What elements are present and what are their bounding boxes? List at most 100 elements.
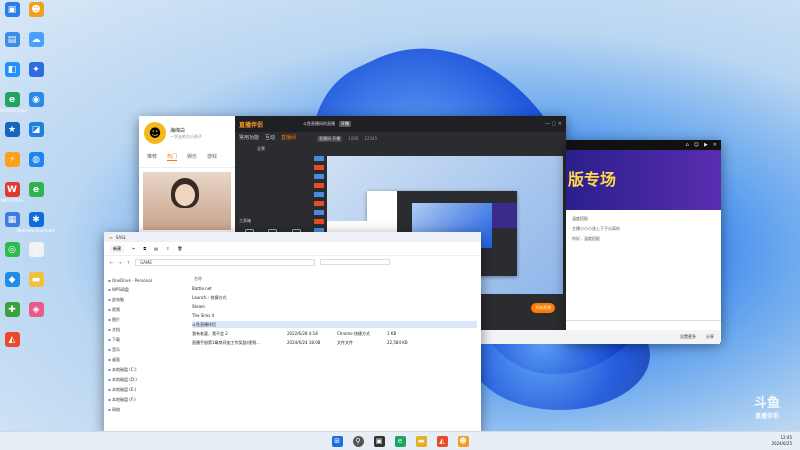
watermark: 斗鱼 直播伴侣 (742, 392, 792, 420)
sidebar-item[interactable]: ▪ 文档 (108, 327, 188, 333)
desktop-icon[interactable]: ☻ (26, 2, 46, 18)
desktop-icon[interactable]: ⚡ (2, 152, 22, 168)
desktop-icon[interactable]: W WPS Office (1, 182, 23, 203)
desktop-icon[interactable]: ◭ (2, 332, 22, 348)
desktop-icon[interactable]: ▬ (26, 272, 46, 288)
table-row[interactable]: Battle.net (192, 285, 477, 292)
table-row[interactable]: Steam (192, 303, 477, 310)
sidebar-item[interactable]: ▪ WPS网盘 (108, 287, 188, 293)
plus-icon: ✚ (4, 302, 20, 317)
file-list: 名称 Battle.net Launch - 快捷方式 Steam The Sims … (192, 276, 477, 346)
sidebar-item[interactable]: ▪ 桌面 (108, 357, 188, 363)
sidebar-item[interactable]: ▪ 音乐 (108, 347, 188, 353)
desktop-icon[interactable]: ◍ (26, 152, 46, 168)
sidebar-label: 本地磁盘 (E:) (111, 387, 137, 392)
desktop-icon[interactable]: ◪ (26, 122, 46, 138)
forward-icon[interactable]: → (118, 260, 121, 265)
room-meta: 直播间 开播 1000 12345 (317, 136, 377, 142)
shield-icon: ⚡ (4, 152, 20, 167)
desktop-icon[interactable]: ▦ (2, 212, 22, 228)
start-icon[interactable]: ⊞ (331, 435, 343, 447)
desktop-icon[interactable]: ◆ (2, 272, 22, 288)
desktop-icon[interactable]: ◉ (26, 92, 46, 108)
desktop-icon[interactable]: ▤ (2, 32, 22, 48)
clock-date: 2024/6/25 (771, 441, 792, 446)
column-header-name[interactable]: 名称 (192, 276, 477, 282)
video-icon[interactable]: ▶ (704, 142, 708, 148)
tab-interact[interactable]: 互动 (265, 134, 275, 141)
app-icon[interactable]: ◭ (436, 435, 448, 447)
tab-room[interactable]: 直播间 (281, 134, 296, 141)
folder-icon: ▬ (109, 234, 113, 240)
clock[interactable]: 12:45 2024/6/25 (771, 435, 792, 447)
mascot-icon[interactable]: ☻ (457, 435, 469, 447)
sidebar-item[interactable]: ▪ 网络 (108, 407, 188, 413)
tab-ent[interactable]: 娱乐 (187, 153, 197, 161)
desktop-icon[interactable]: e Microsoft Edge (0, 92, 27, 113)
cut-icon[interactable]: ✂ (132, 246, 135, 251)
tab-common[interactable]: 常用功能 (239, 134, 259, 141)
taskview-icon[interactable]: ▣ (373, 435, 385, 447)
tab-hot[interactable]: 热门 (167, 153, 178, 161)
sidebar-label: 网络 (111, 407, 120, 412)
desktop-icon[interactable]: ◧ (2, 62, 22, 78)
delete-icon[interactable]: 🗑 (177, 246, 182, 251)
new-button[interactable]: 新建 (110, 244, 124, 253)
desktop-icon[interactable]: ◎ (2, 242, 22, 258)
up-icon[interactable]: ↑ (127, 260, 130, 265)
search-input[interactable] (320, 259, 391, 265)
table-row[interactable]: 直播手册第1章房间加工作奖励(视频... 2024/6/24 18:08 文件文件 2… (192, 339, 477, 346)
table-row[interactable]: 斗鱼直播伴侣 (192, 321, 477, 328)
start-live-button[interactable]: 开始直播 (531, 303, 555, 313)
file-name: Launch - 快捷方式 (192, 294, 227, 300)
sidebar-item[interactable]: ▪ 本地磁盘 (C:) (108, 367, 188, 373)
file-size: 22,584 KB (387, 340, 408, 345)
desktop-icon[interactable]: ▯ (26, 242, 46, 258)
streamer-thumbnail[interactable] (143, 172, 231, 230)
desktop-icon[interactable]: ◈ (26, 302, 46, 318)
back-icon[interactable]: ← (110, 260, 113, 265)
desktop-icon[interactable]: ✦ (26, 62, 46, 78)
sidebar-item[interactable]: ▪ 视频 (108, 307, 188, 313)
sidebar-item[interactable]: ▪ OneDrive - Personal (108, 278, 188, 283)
sidebar-item[interactable]: ▪ 本地磁盘 (D:) (108, 377, 188, 383)
copy-icon[interactable]: ⧉ (143, 246, 146, 251)
window-controls[interactable]: — ▢ ✕ (545, 121, 562, 127)
avatar[interactable]: ☻ (144, 122, 166, 144)
folder-icon[interactable]: ▬ (415, 435, 427, 447)
edge-icon[interactable]: e (394, 435, 406, 447)
sidebar-item[interactable]: ▪ 本地磁盘 (E:) (108, 387, 188, 393)
share-icon[interactable]: ⇪ (166, 246, 169, 251)
search-icon[interactable]: ⚲ (352, 435, 364, 447)
file-name: 斗鱼直播伴侣 (192, 321, 216, 327)
sidebar-item[interactable]: ▪ 图片 (108, 317, 188, 323)
file-date: 2022/6/28 4:18 (287, 331, 318, 336)
table-row[interactable]: 我有老婆，我不会 2 2022/6/28 4:18 Chrome 快捷方式 1 KB (192, 330, 477, 337)
sidebar-item[interactable]: ▪ 本地磁盘 (F:) (108, 397, 188, 403)
douyu-bottom-3[interactable]: 分享 (706, 334, 714, 340)
logo: 直播伴侣 (239, 121, 264, 129)
nav-tabs: 常用功能 互动 直播间 (235, 134, 315, 141)
desktop-icon[interactable]: ☁ (26, 32, 46, 48)
desktop-icon[interactable]: ★ (2, 122, 22, 138)
desktop-icon[interactable]: e (26, 182, 46, 198)
path-field[interactable]: GAME (135, 258, 316, 266)
table-row[interactable]: Launch - 快捷方式 (192, 294, 477, 301)
desktop-icon[interactable]: ✱ Webview Bluetooth (17, 212, 55, 233)
douyu-bottom-2[interactable]: 设置更多 (680, 334, 696, 340)
sidebar-label: 本地磁盘 (F:) (111, 397, 136, 402)
sidebar-item[interactable]: ▪ 此电脑 (108, 297, 188, 303)
table-row[interactable]: The Sims 4 (192, 312, 477, 319)
tab-recommend[interactable]: 推荐 (147, 153, 157, 161)
tab-game[interactable]: 游戏 (207, 153, 217, 161)
paste-icon[interactable]: ▤ (154, 246, 158, 251)
user-icon[interactable]: ☺ (694, 142, 699, 148)
sidebar-item[interactable]: ▪ 下载 (108, 337, 188, 343)
quick-label: 全景 (257, 146, 265, 151)
close-icon[interactable]: ✕ (713, 142, 717, 148)
desktop-icon[interactable]: ▣ (2, 2, 22, 18)
wechat-icon: ◎ (4, 242, 20, 257)
home-icon[interactable]: ⌂ (686, 142, 689, 148)
desktop-icon[interactable]: ✚ (2, 302, 22, 318)
douyu-input[interactable] (566, 320, 721, 326)
